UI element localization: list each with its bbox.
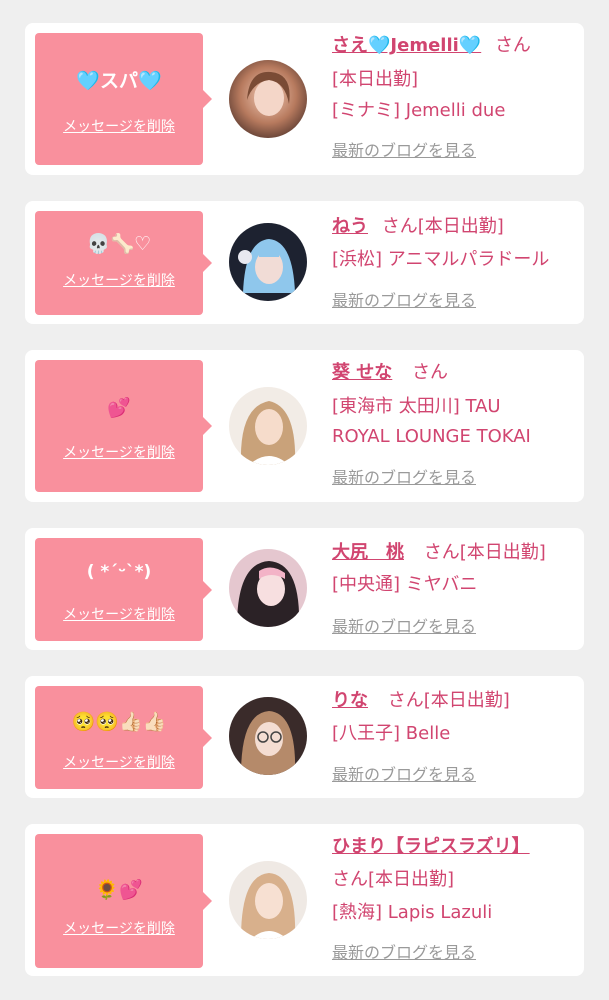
honorific: さん	[423, 542, 460, 563]
delete-message-link[interactable]: メッセージを削除	[35, 606, 203, 624]
avatar[interactable]	[229, 697, 307, 775]
work-status: [本日出勤]	[459, 542, 546, 563]
avatar[interactable]	[229, 60, 307, 138]
avatar-photo-icon	[229, 223, 307, 301]
honorific: さん	[412, 362, 449, 383]
honorific: さん	[494, 35, 531, 56]
message-bubble: 🥺🥺👍🏻👍🏻 メッセージを削除	[35, 686, 212, 789]
message-card: 🌻💕 メッセージを削除 ひまり【ラピスラズリ】 さん[本日出勤] [熱海] La…	[25, 824, 584, 976]
avatar[interactable]	[229, 549, 307, 627]
avatar[interactable]	[229, 387, 307, 465]
shop-name: [ミナミ] Jemelli due	[332, 100, 506, 121]
message-card: 💀🦴♡ メッセージを削除 ねう さん[本日出勤] [浜松] アニマルパラドール …	[25, 201, 584, 324]
delete-message-link[interactable]: メッセージを削除	[35, 272, 203, 290]
latest-blog-link[interactable]: 最新のブログを見る	[332, 617, 476, 637]
message-bubble: 💕 メッセージを削除	[35, 360, 212, 492]
message-card: 🥺🥺👍🏻👍🏻 メッセージを削除 りな さん[本日出勤] [八王子] Belle …	[25, 676, 584, 798]
latest-blog-link[interactable]: 最新のブログを見る	[332, 468, 476, 488]
honorific: さん	[332, 869, 368, 890]
latest-blog-link[interactable]: 最新のブログを見る	[332, 943, 476, 963]
avatar-photo-icon	[229, 549, 307, 627]
shop-name: [浜松] アニマルパラドール	[332, 249, 550, 270]
avatar-photo-icon	[229, 697, 307, 775]
work-status: [本日出勤]	[417, 216, 504, 237]
cast-name-link[interactable]: 大尻 桃	[332, 542, 404, 563]
avatar-photo-icon	[229, 387, 307, 465]
latest-blog-link[interactable]: 最新のブログを見る	[332, 141, 476, 161]
message-text: 💀🦴♡	[86, 233, 152, 255]
latest-blog-link[interactable]: 最新のブログを見る	[332, 291, 476, 311]
message-text: 💕	[107, 397, 131, 419]
avatar[interactable]	[229, 861, 307, 939]
honorific: さん	[381, 216, 418, 237]
delete-message-link[interactable]: メッセージを削除	[35, 444, 203, 462]
shop-name-continued: ROYAL LOUNGE TOKAI	[332, 426, 531, 447]
shop-name: [熱海] Lapis Lazuli	[332, 902, 493, 923]
message-bubble: ( *´ᵕ`*) メッセージを削除	[35, 538, 212, 641]
message-list: 🩵スパ🩵 メッセージを削除 さえ🩵Jemelli🩵 さん [本日出勤] [ミナミ…	[0, 0, 609, 1000]
message-card: 💕 メッセージを削除 葵 せな さん [東海市 太田川] TAU ROYAL L…	[25, 350, 584, 502]
message-text: 🌻💕	[95, 879, 143, 901]
delete-message-link[interactable]: メッセージを削除	[35, 754, 203, 772]
message-card: ( *´ᵕ`*) メッセージを削除 大尻 桃 さん[本日出勤] [中央通] ミヤ…	[25, 528, 584, 650]
cast-name-link[interactable]: ひまり【ラピスラズリ】	[332, 836, 530, 857]
message-text: ( *´ᵕ`*)	[86, 562, 152, 582]
message-text: 🥺🥺👍🏻👍🏻	[71, 711, 167, 733]
avatar-photo-icon	[229, 60, 307, 138]
cast-name-link[interactable]: さえ🩵Jemelli🩵	[332, 35, 481, 56]
shop-name: [東海市 太田川] TAU	[332, 396, 501, 417]
message-bubble: 🌻💕 メッセージを削除	[35, 834, 212, 968]
cast-name-link[interactable]: りな	[332, 690, 368, 711]
shop-name: [中央通] ミヤバニ	[332, 574, 478, 595]
delete-message-link[interactable]: メッセージを削除	[35, 920, 203, 938]
cast-name-link[interactable]: 葵 せな	[332, 362, 392, 383]
avatar[interactable]	[229, 223, 307, 301]
delete-message-link[interactable]: メッセージを削除	[35, 118, 203, 136]
shop-name: [八王子] Belle	[332, 723, 451, 744]
message-text: 🩵スパ🩵	[76, 70, 162, 92]
avatar-photo-icon	[229, 861, 307, 939]
work-status: [本日出勤]	[423, 690, 510, 711]
work-status: [本日出勤]	[368, 869, 455, 890]
cast-name-link[interactable]: ねう	[332, 216, 368, 237]
message-card: 🩵スパ🩵 メッセージを削除 さえ🩵Jemelli🩵 さん [本日出勤] [ミナミ…	[25, 23, 584, 175]
work-status: [本日出勤]	[332, 69, 419, 90]
latest-blog-link[interactable]: 最新のブログを見る	[332, 765, 476, 785]
message-bubble: 💀🦴♡ メッセージを削除	[35, 211, 212, 315]
honorific: さん	[387, 690, 424, 711]
message-bubble: 🩵スパ🩵 メッセージを削除	[35, 33, 212, 165]
